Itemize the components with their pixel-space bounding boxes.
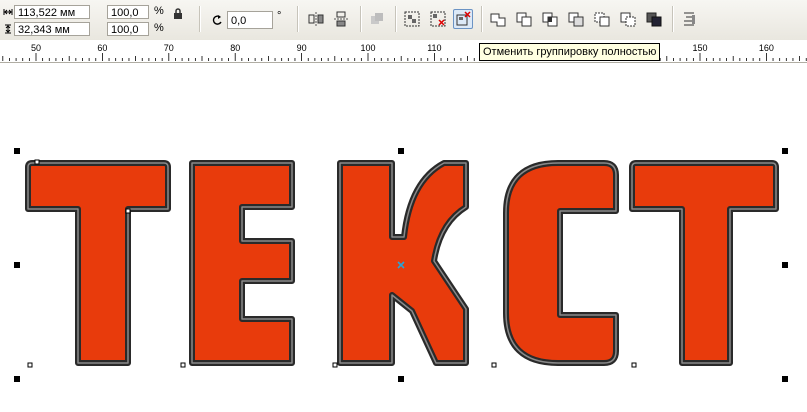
- create-boundary-icon[interactable]: [644, 9, 664, 29]
- scale-y-field[interactable]: 100,0: [107, 22, 149, 36]
- ungroup-all-button[interactable]: [453, 9, 473, 29]
- combine-disabled-icon: [367, 9, 387, 29]
- degree-symbol: °: [277, 10, 282, 22]
- group-icon[interactable]: [402, 9, 422, 29]
- ruler-label: 80: [230, 43, 240, 53]
- separator: [481, 6, 483, 32]
- ruler-label: 110: [427, 43, 441, 53]
- scale-y-percent: %: [154, 22, 164, 34]
- ruler-scale: 5060708090100110120130140150160: [2, 43, 807, 61]
- width-icon: [3, 7, 13, 17]
- align-distribute-icon[interactable]: [679, 9, 699, 29]
- mirror-vertical-icon[interactable]: [331, 9, 351, 29]
- handle-top-right[interactable]: [782, 148, 788, 154]
- rotation-angle-field[interactable]: 0,0: [227, 11, 273, 29]
- trim-icon[interactable]: [514, 9, 534, 29]
- letter-e: [192, 163, 292, 363]
- node-marker: [34, 159, 40, 165]
- letter-t1: [28, 163, 168, 363]
- ruler-label: 160: [759, 43, 774, 53]
- node-marker: [125, 208, 131, 214]
- node-marker: [180, 362, 186, 368]
- scale-x-field[interactable]: 100,0: [107, 5, 149, 19]
- handle-bottom-right[interactable]: [782, 376, 788, 382]
- intersect-icon[interactable]: [540, 9, 560, 29]
- scale-x-percent: %: [154, 5, 164, 17]
- node-marker: [491, 362, 497, 368]
- back-minus-front-icon[interactable]: [618, 9, 638, 29]
- letter-t2: [632, 163, 776, 363]
- ruler-label: 90: [297, 43, 307, 53]
- handle-middle-right[interactable]: [782, 262, 788, 268]
- ungroup-all-tooltip: Отменить группировку полностью: [479, 43, 661, 61]
- drawing-canvas[interactable]: [0, 63, 807, 409]
- ruler-label: 70: [164, 43, 174, 53]
- property-bar: 113,522 мм 32,343 мм 100,0 % 100,0 % 0,0…: [0, 0, 807, 41]
- node-marker: [332, 362, 338, 368]
- mirror-horizontal-icon[interactable]: [306, 9, 326, 29]
- separator: [199, 6, 201, 32]
- handle-top-left[interactable]: [14, 148, 20, 154]
- weld-icon[interactable]: [488, 9, 508, 29]
- rotate-icon: [211, 14, 223, 26]
- node-marker: [27, 362, 33, 368]
- handle-bottom-center[interactable]: [398, 376, 404, 382]
- ruler-label: 150: [692, 43, 707, 53]
- node-marker: [631, 362, 637, 368]
- handle-middle-left[interactable]: [14, 262, 20, 268]
- lock-ratio-icon[interactable]: [170, 6, 186, 22]
- front-minus-back-icon[interactable]: [592, 9, 612, 29]
- canvas-svg: [14, 148, 788, 382]
- separator: [360, 6, 362, 32]
- ungroup-icon[interactable]: [428, 9, 448, 29]
- object-height-field[interactable]: 32,343 мм: [14, 22, 90, 36]
- simplify-icon[interactable]: [566, 9, 586, 29]
- handle-top-center[interactable]: [398, 148, 404, 154]
- ruler-label: 100: [360, 43, 375, 53]
- letter-c: [506, 163, 616, 363]
- separator: [297, 6, 299, 32]
- handle-bottom-left[interactable]: [14, 376, 20, 382]
- height-icon: [3, 24, 13, 34]
- horizontal-ruler[interactable]: 5060708090100110120130140150160: [0, 40, 807, 63]
- object-width-field[interactable]: 113,522 мм: [14, 5, 90, 19]
- separator: [395, 6, 397, 32]
- ruler-label: 50: [31, 43, 41, 53]
- separator: [672, 6, 674, 32]
- ruler-label: 60: [97, 43, 107, 53]
